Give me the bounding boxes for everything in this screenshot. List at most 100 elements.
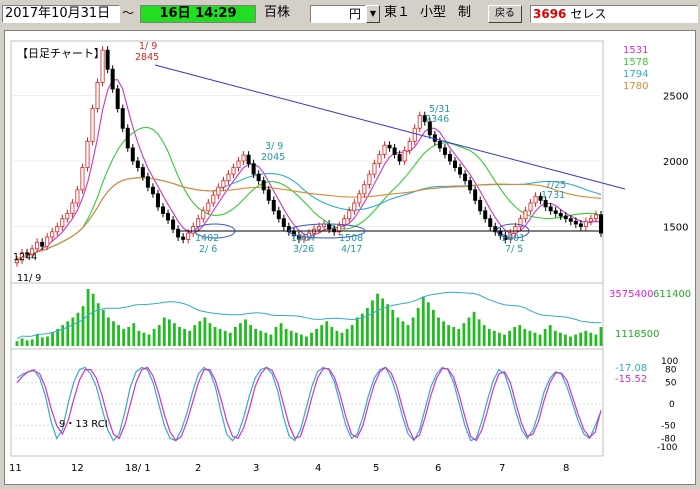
candle-body [150, 186, 155, 195]
volume-bar [320, 325, 324, 346]
price-tick: 2000 [663, 157, 688, 168]
price-unit-select[interactable]: 円 [310, 5, 366, 23]
candle-body [588, 218, 593, 222]
system-label: 制 [458, 5, 472, 20]
volume-bar [330, 327, 334, 346]
candle-body [45, 236, 50, 247]
volume-bar [503, 334, 506, 346]
candle-body [367, 173, 372, 186]
volume-bar [35, 334, 39, 346]
stock-field[interactable]: 3696 セレス [530, 5, 698, 23]
candle-body [231, 167, 236, 175]
candle-body [523, 210, 528, 220]
volume-bar [513, 327, 517, 346]
candle-body [176, 228, 181, 238]
volume-bar [376, 293, 379, 346]
volume-bar [442, 321, 445, 346]
price-unit-dropdown-icon[interactable]: ▼ [366, 5, 380, 23]
volume-bar [228, 332, 232, 346]
candle-body [357, 193, 362, 204]
x-tick: 4 [315, 463, 321, 474]
candle-body [473, 189, 478, 201]
volume-bar [437, 317, 440, 346]
annotation-date: 3/26 [293, 244, 314, 255]
candle-body [452, 160, 457, 168]
candle-body [135, 160, 140, 168]
volume-bar [472, 311, 476, 346]
rci-tick: -100 [657, 443, 678, 453]
volume-bar [518, 325, 522, 346]
volume-bar [498, 332, 501, 346]
volume-bar [274, 327, 278, 346]
volume-bar [162, 317, 166, 346]
candle-body [241, 154, 246, 162]
candle-body [533, 195, 538, 204]
volume-bar [81, 306, 85, 346]
volume-bar [213, 327, 217, 346]
volume-bar [40, 337, 44, 346]
candle-body [417, 115, 422, 129]
rci-tick: -50 [661, 422, 676, 432]
chart-frame: 【日足チャート】 2500 2000 1500 1531 1578 1794 1… [4, 30, 696, 485]
date-from-field[interactable]: 2017年10月31日 [2, 5, 120, 23]
chart-title: 【日足チャート】 [17, 47, 105, 60]
x-tick: 12 [71, 463, 84, 474]
candle-body [387, 144, 392, 149]
annotation-date: 4/17 [341, 244, 362, 255]
market-label: 東１ [384, 5, 411, 20]
candle-body [392, 147, 397, 155]
candle-body [317, 226, 322, 230]
x-tick: 2 [195, 463, 201, 474]
candle-body [382, 144, 387, 155]
volume-bar [528, 330, 532, 346]
rci-tick: 0 [669, 400, 675, 410]
volume-bar [579, 332, 583, 346]
volume-bar [589, 332, 593, 346]
volume-bar [157, 325, 161, 346]
volume-bar [107, 317, 110, 346]
volume-label-1: 3575400 [609, 289, 654, 300]
price-tick: 2500 [663, 91, 688, 102]
candle-body [226, 173, 231, 182]
candle-body [55, 226, 60, 233]
volume-bar [533, 332, 537, 346]
candle-body [160, 206, 165, 214]
candle-body [90, 108, 95, 142]
candle-body [105, 49, 110, 70]
volume-bar [289, 330, 293, 346]
x-tick: 8 [563, 463, 569, 474]
candle-body [437, 140, 442, 149]
candle-body [40, 241, 45, 247]
volume-bar [599, 327, 603, 346]
candle-body [558, 213, 563, 217]
candle-body [186, 232, 191, 240]
volume-bar [477, 319, 481, 346]
high-value: 2845 [135, 52, 159, 63]
candle-body [115, 88, 120, 109]
volume-bar [584, 330, 588, 346]
volume-bar [51, 332, 54, 346]
annotation-value: 1404 [291, 233, 315, 244]
volume-bar [543, 328, 547, 346]
x-tick: 5 [373, 463, 379, 474]
stock-name: セレス [570, 7, 607, 21]
ma-legend: 1531 1578 1794 1780 [623, 45, 648, 92]
candle-body [372, 163, 377, 175]
candle-body [140, 167, 145, 178]
candle-body [166, 213, 171, 221]
candle-body [377, 154, 382, 165]
volume-bar [279, 323, 283, 346]
volume-bar [178, 327, 181, 346]
back-button[interactable]: 戻る [488, 5, 522, 23]
candle-body [543, 199, 548, 208]
ma-label: 1578 [623, 57, 648, 68]
volume-bar [218, 328, 222, 346]
candle-body [458, 167, 463, 175]
candle-body [528, 202, 533, 212]
volume-bar [340, 332, 344, 346]
volume-bar [315, 328, 319, 346]
volume-bar [538, 334, 542, 346]
candle-body [125, 127, 130, 149]
annotation-date: 7/ 5 [505, 244, 523, 255]
annotation-value: 2346 [425, 114, 449, 125]
